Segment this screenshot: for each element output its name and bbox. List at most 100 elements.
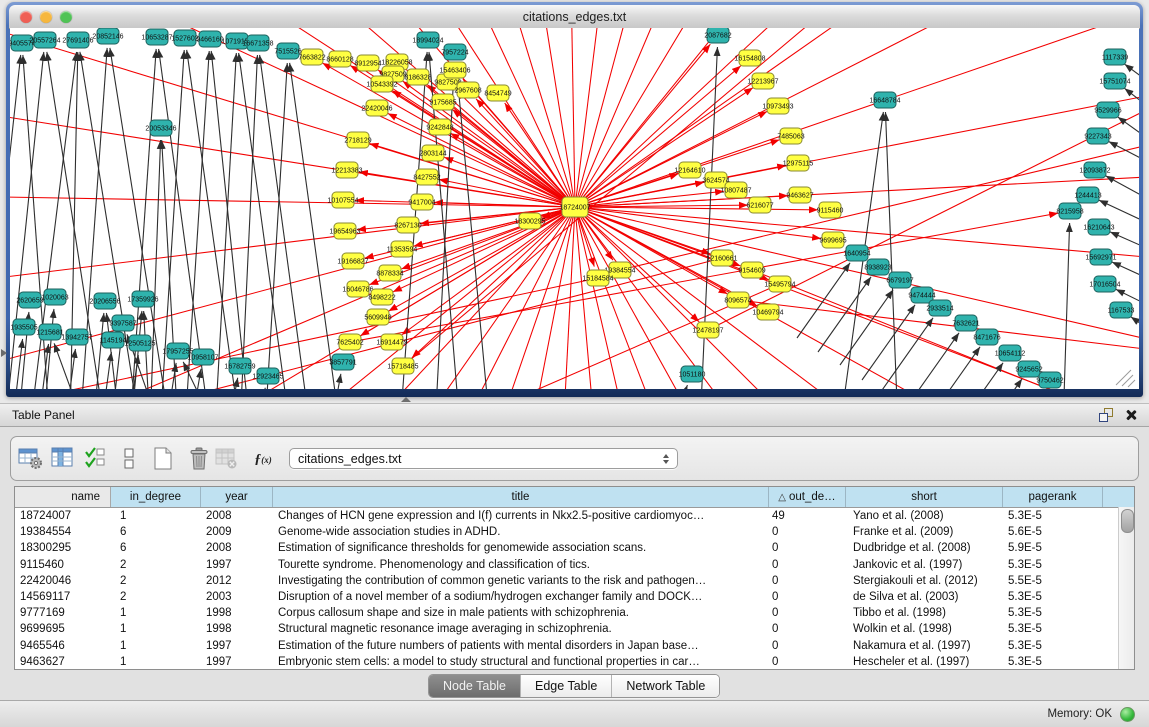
cell-title[interactable]: Investigating the contribution of common…	[273, 575, 769, 587]
cell-title[interactable]: Tourette syndrome. Phenomenology and cla…	[273, 559, 769, 571]
network-window-titlebar[interactable]: citations_edges.txt	[9, 5, 1140, 29]
cell-name[interactable]: 18300295	[15, 542, 111, 554]
cell-short[interactable]: Tibbo et al. (1998)	[846, 607, 1003, 619]
cell-name[interactable]: 14569117	[15, 591, 111, 603]
table-row[interactable]: 1938455462009Genome-wide association stu…	[15, 524, 1134, 540]
cell-out_de[interactable]: 0	[769, 542, 846, 554]
table-row[interactable]: 946554611997Estimation of the future num…	[15, 638, 1134, 654]
close-panel-icon[interactable]	[1125, 409, 1137, 421]
cell-name[interactable]: 9465546	[15, 640, 111, 652]
select-rows-icon[interactable]	[83, 447, 110, 473]
cell-out_de[interactable]: 0	[769, 575, 846, 587]
cell-short[interactable]: Franke et al. (2009)	[846, 526, 1003, 538]
cell-title[interactable]: Corpus callosum shape and size in male p…	[273, 607, 769, 619]
delete-table-icon[interactable]	[186, 447, 213, 473]
cell-short[interactable]: Wolkin et al. (1998)	[846, 623, 1003, 635]
cell-pagerank[interactable]: 5.6E-5	[1003, 526, 1103, 538]
column-chooser-icon[interactable]	[49, 447, 76, 473]
cell-in_degree[interactable]: 1	[111, 623, 201, 635]
cell-year[interactable]: 1997	[201, 656, 273, 668]
tab-network-table[interactable]: Network Table	[612, 675, 719, 697]
cell-short[interactable]: de Silva et al. (2003)	[846, 591, 1003, 603]
splitter-handle[interactable]	[401, 397, 411, 402]
column-header-name[interactable]: name	[15, 487, 111, 507]
cell-in_degree[interactable]: 1	[111, 607, 201, 619]
cell-title[interactable]: Embryonic stem cells: a model to study s…	[273, 656, 769, 668]
function-builder-icon[interactable]: ƒ(x)	[247, 447, 279, 473]
cell-title[interactable]: Estimation of the future numbers of pati…	[273, 640, 769, 652]
table-row[interactable]: 2242004622012Investigating the contribut…	[15, 573, 1134, 589]
tab-edge-table[interactable]: Edge Table	[521, 675, 612, 697]
table-row[interactable]: 977716911998Corpus callosum shape and si…	[15, 605, 1134, 621]
cell-pagerank[interactable]: 5.3E-5	[1003, 623, 1103, 635]
cell-year[interactable]: 2009	[201, 526, 273, 538]
cell-short[interactable]: Nakamura et al. (1997)	[846, 640, 1003, 652]
cell-in_degree[interactable]: 2	[111, 559, 201, 571]
cell-year[interactable]: 2012	[201, 575, 273, 587]
scrollbar-thumb[interactable]	[1121, 509, 1134, 533]
table-row[interactable]: 911546021997Tourette syndrome. Phenomeno…	[15, 557, 1134, 573]
cell-out_de[interactable]: 0	[769, 559, 846, 571]
cell-name[interactable]: 18724007	[15, 510, 111, 522]
table-row[interactable]: 969969511998Structural magnetic resonanc…	[15, 621, 1134, 637]
cell-pagerank[interactable]: 5.3E-5	[1003, 640, 1103, 652]
cell-name[interactable]: 9699695	[15, 623, 111, 635]
table-row[interactable]: 1456911722003Disruption of a novel membe…	[15, 589, 1134, 605]
cell-title[interactable]: Genome-wide association studies in ADHD.	[273, 526, 769, 538]
column-header-short[interactable]: short	[846, 487, 1003, 507]
new-table-icon[interactable]	[149, 447, 176, 473]
table-row[interactable]: 1830029562008Estimation of significance …	[15, 540, 1134, 556]
cell-name[interactable]: 9777169	[15, 607, 111, 619]
column-header-title[interactable]: title	[273, 487, 769, 507]
cell-year[interactable]: 1997	[201, 559, 273, 571]
cell-name[interactable]: 9463627	[15, 656, 111, 668]
cell-pagerank[interactable]: 5.3E-5	[1003, 591, 1103, 603]
column-header-out_de[interactable]: △out_de…	[769, 487, 846, 507]
cell-pagerank[interactable]: 5.3E-5	[1003, 559, 1103, 571]
cell-pagerank[interactable]: 5.3E-5	[1003, 510, 1103, 522]
cell-out_de[interactable]: 0	[769, 623, 846, 635]
table-scrollbar[interactable]	[1118, 507, 1134, 669]
network-graph[interactable]: 1872400776638228660128891295418226058982…	[10, 28, 1139, 389]
cell-year[interactable]: 1997	[201, 640, 273, 652]
cell-short[interactable]: Yano et al. (2008)	[846, 510, 1003, 522]
cell-in_degree[interactable]: 1	[111, 656, 201, 668]
network-canvas[interactable]: 1872400776638228660128891295418226058982…	[10, 28, 1139, 389]
cell-pagerank[interactable]: 5.3E-5	[1003, 607, 1103, 619]
cell-short[interactable]: Stergiakouli et al. (2012)	[846, 575, 1003, 587]
import-table-icon[interactable]	[213, 447, 240, 473]
row-height-icon[interactable]	[115, 447, 142, 473]
tab-node-table[interactable]: Node Table	[429, 675, 521, 697]
cell-out_de[interactable]: 0	[769, 526, 846, 538]
table-settings-icon[interactable]	[17, 447, 44, 473]
cell-in_degree[interactable]: 2	[111, 591, 201, 603]
cell-name[interactable]: 22420046	[15, 575, 111, 587]
cell-in_degree[interactable]: 2	[111, 575, 201, 587]
cell-in_degree[interactable]: 6	[111, 542, 201, 554]
cell-out_de[interactable]: 49	[769, 510, 846, 522]
cell-out_de[interactable]: 0	[769, 591, 846, 603]
cell-out_de[interactable]: 0	[769, 656, 846, 668]
cell-pagerank[interactable]: 5.5E-5	[1003, 575, 1103, 587]
cell-title[interactable]: Changes of HCN gene expression and I(f) …	[273, 510, 769, 522]
cell-out_de[interactable]: 0	[769, 607, 846, 619]
cell-out_de[interactable]: 0	[769, 640, 846, 652]
cell-pagerank[interactable]: 5.9E-5	[1003, 542, 1103, 554]
cell-in_degree[interactable]: 6	[111, 526, 201, 538]
cell-name[interactable]: 19384554	[15, 526, 111, 538]
cell-year[interactable]: 2008	[201, 542, 273, 554]
column-header-pagerank[interactable]: pagerank	[1003, 487, 1103, 507]
table-row[interactable]: 1872400712008Changes of HCN gene express…	[15, 508, 1134, 524]
cell-pagerank[interactable]: 5.3E-5	[1003, 656, 1103, 668]
float-panel-icon[interactable]	[1099, 408, 1113, 422]
cell-short[interactable]: Hescheler et al. (1997)	[846, 656, 1003, 668]
cell-year[interactable]: 1998	[201, 623, 273, 635]
cell-name[interactable]: 9115460	[15, 559, 111, 571]
cell-title[interactable]: Structural magnetic resonance image aver…	[273, 623, 769, 635]
cell-short[interactable]: Dudbridge et al. (2008)	[846, 542, 1003, 554]
cell-short[interactable]: Jankovic et al. (1997)	[846, 559, 1003, 571]
column-header-year[interactable]: year	[201, 487, 273, 507]
table-row[interactable]: 946362711997Embryonic stem cells: a mode…	[15, 654, 1134, 670]
cell-in_degree[interactable]: 1	[111, 510, 201, 522]
table-select[interactable]: citations_edges.txt	[289, 448, 678, 469]
